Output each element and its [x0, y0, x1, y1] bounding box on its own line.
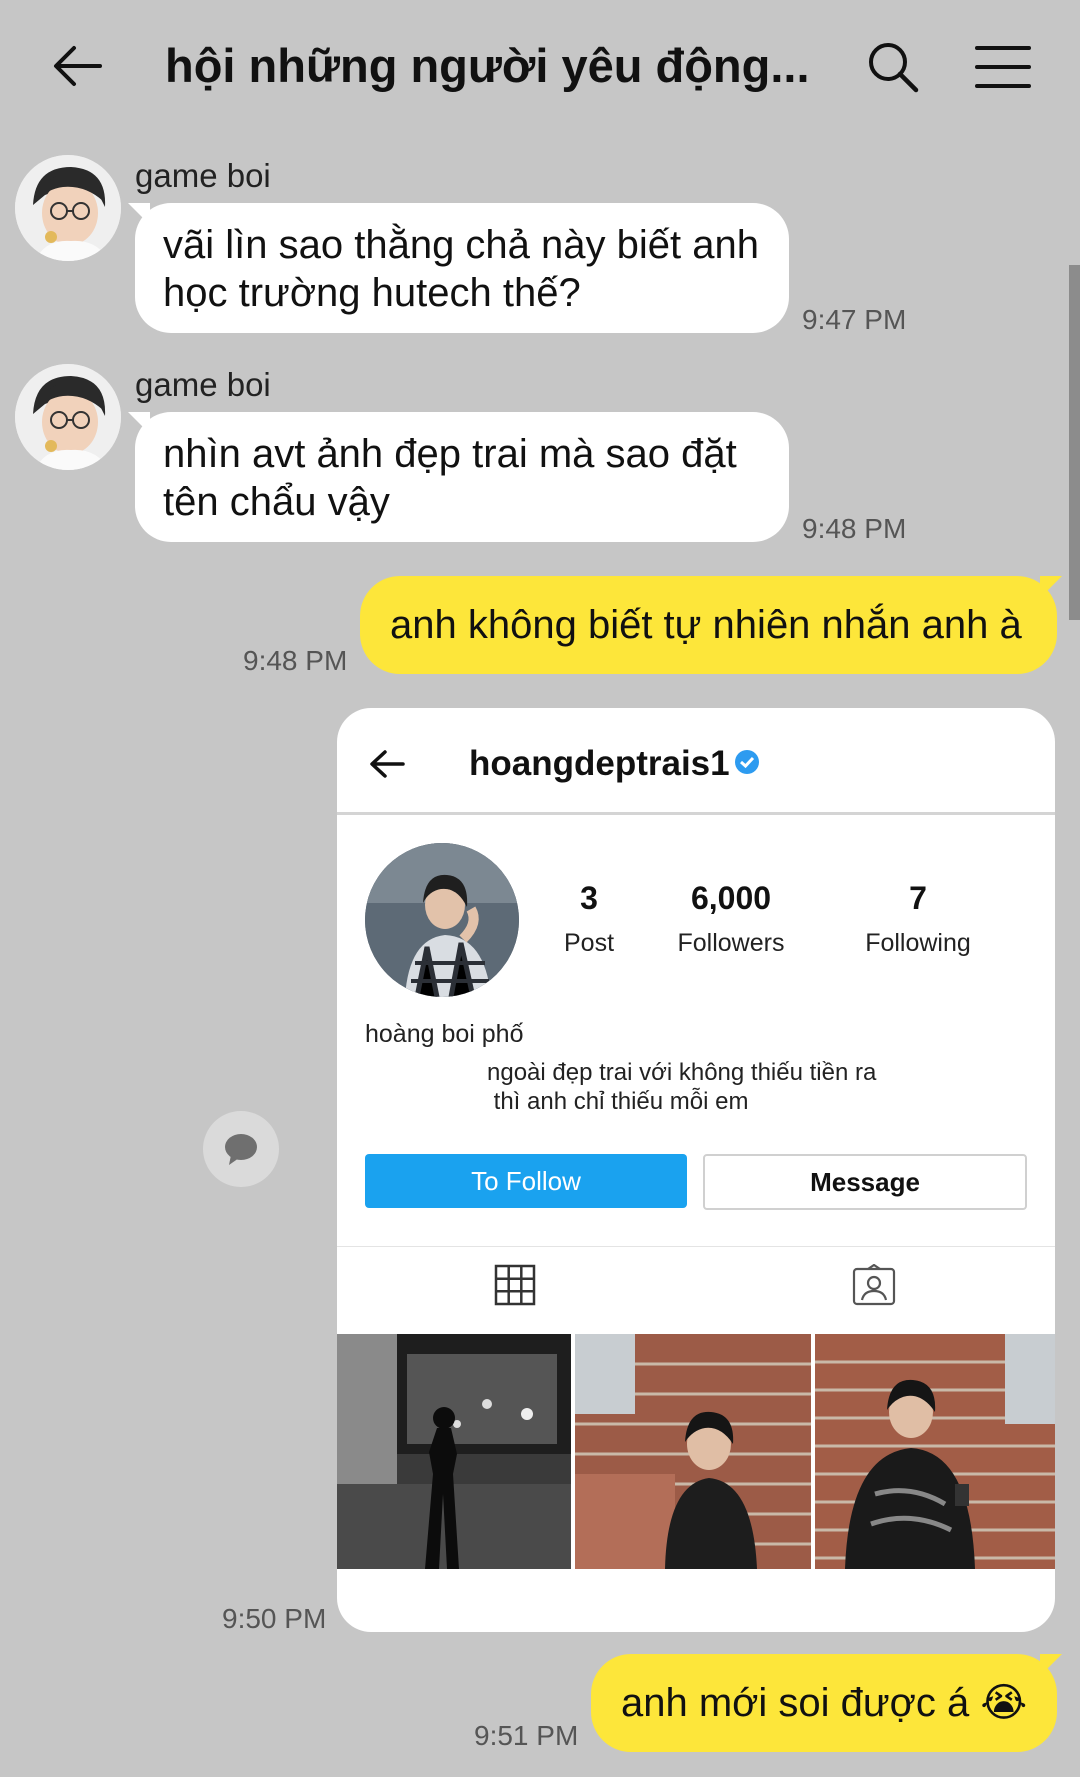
menu-button[interactable]	[975, 44, 1031, 90]
message-time: 9:51 PM	[474, 1720, 579, 1751]
incoming-message-bubble[interactable]: nhìn avt ảnh đẹp trai mà sao đặt tên chẩ…	[135, 412, 789, 542]
divider	[337, 812, 1055, 815]
tagged-person-icon	[852, 1264, 896, 1306]
bubble-tail	[1040, 1654, 1062, 1676]
chat-title: hội những người yêu động...	[165, 39, 810, 92]
following-label: Following	[865, 929, 971, 957]
shared-image-message[interactable]: hoangdeptrais1 3 Post 6,000 Followers 7 …	[337, 708, 1055, 1632]
back-button[interactable]	[52, 40, 104, 92]
grid-icon	[494, 1264, 536, 1306]
scrollbar[interactable]	[1069, 265, 1080, 620]
outgoing-message-bubble[interactable]: anh không biết tự nhiên nhắn anh à	[360, 576, 1057, 674]
sender-name: game boi	[135, 366, 271, 403]
profile-username: hoangdeptrais1	[469, 744, 730, 783]
back-arrow-icon	[54, 46, 102, 86]
message-time: 9:48 PM	[243, 645, 348, 676]
verified-badge-icon	[735, 750, 759, 774]
menu-icon	[975, 46, 1031, 88]
post-thumbnail	[815, 1334, 1055, 1569]
avatar[interactable]	[15, 364, 121, 470]
message-time: 9:50 PM	[222, 1603, 327, 1634]
sender-name: game boi	[135, 157, 271, 194]
message-time: 9:47 PM	[802, 304, 907, 335]
follow-button: To Follow	[365, 1154, 687, 1208]
post-thumbnail	[337, 1334, 571, 1569]
followers-label: Followers	[677, 929, 785, 957]
outgoing-message-bubble[interactable]: anh mới soi được á 😭	[591, 1654, 1057, 1752]
profile-bio: ngoài đẹp trai với không thiếu tiền ra t…	[487, 1059, 877, 1115]
avatar[interactable]	[15, 155, 121, 261]
search-button[interactable]	[866, 40, 920, 94]
comment-button[interactable]	[203, 1111, 279, 1187]
following-count: 7	[909, 880, 927, 916]
profile-avatar	[365, 843, 519, 997]
post-thumbnail	[575, 1334, 811, 1569]
followers-count: 6,000	[690, 880, 772, 916]
search-icon	[869, 43, 919, 93]
incoming-message-bubble[interactable]: vãi lìn sao thằng chả này biết anh học t…	[135, 203, 789, 333]
message-time: 9:48 PM	[802, 513, 907, 544]
comment-icon	[225, 1134, 257, 1165]
bubble-tail	[1040, 576, 1062, 598]
profile-display-name: hoàng boi phố	[365, 1020, 524, 1048]
divider	[337, 1246, 1055, 1247]
message-button: Message	[703, 1154, 1027, 1210]
back-arrow-icon	[370, 750, 405, 778]
